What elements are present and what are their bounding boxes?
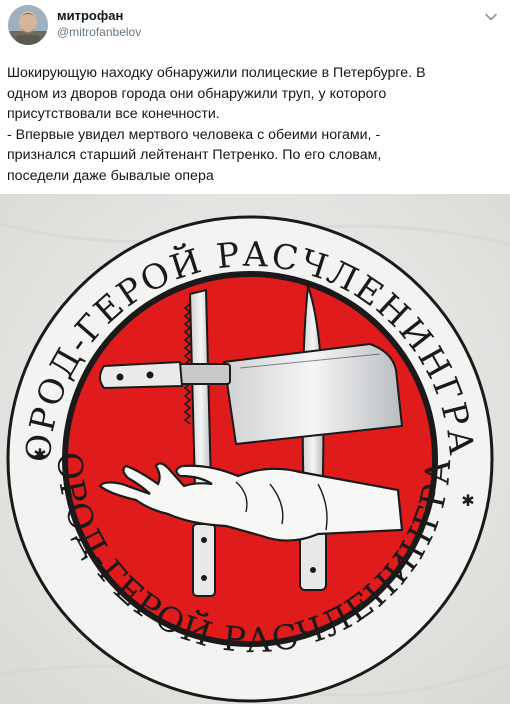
ring-separator: ✱ (461, 493, 474, 510)
tweet-line: признался старший лейтенант Петренко. По… (7, 147, 382, 163)
author-name[interactable]: митрофан (57, 8, 123, 23)
author-handle[interactable]: @mitrofanbelov (57, 25, 141, 39)
tweet-media[interactable]: ГОРОД-ГЕРОЙ РАСЧЛЕНИНГРАД ГОРОД-ГЕРОЙ РА… (0, 194, 510, 704)
tweet-line: Шокирующую находку обнаружили полицеские… (7, 65, 426, 81)
tweet-header: митрофан @mitrofanbelov (0, 0, 510, 58)
tweet-line: одном из дворов города они обнаружили тр… (7, 85, 387, 102)
ring-separator: ✱ (33, 447, 46, 464)
tweet-line: присутствовали все конечности. (7, 106, 220, 122)
avatar-image (8, 5, 48, 45)
tweet-line: - Впервые увидел мертвого человека с обе… (7, 126, 381, 143)
tweet-text: Шокирующую находку обнаружили полицеские… (7, 63, 503, 186)
tweet-line: поседели даже бывалые опера (7, 167, 214, 184)
avatar[interactable] (8, 5, 48, 45)
chevron-down-icon[interactable] (484, 10, 498, 24)
emblem-image: ГОРОД-ГЕРОЙ РАСЧЛЕНИНГРАД ГОРОД-ГЕРОЙ РА… (0, 194, 510, 704)
